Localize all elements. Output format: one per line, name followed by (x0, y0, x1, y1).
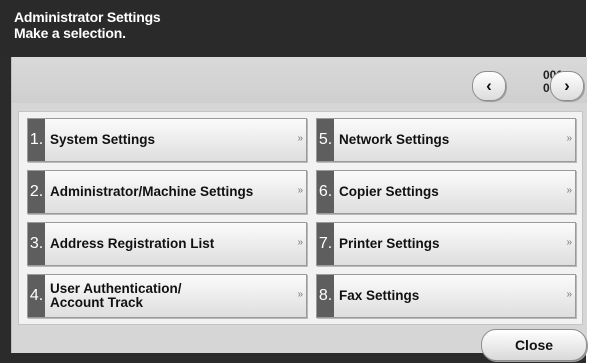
item-number: 4. (28, 275, 45, 317)
pager-bar: ‹ 001 002 › (12, 57, 587, 103)
chevron-right-icon: › (564, 76, 570, 95)
menu-item-network-settings[interactable]: 5. Network Settings » (316, 118, 576, 162)
page-title: Administrator Settings (14, 9, 161, 25)
item-label: Network Settings (339, 132, 450, 147)
menu-item-system-settings[interactable]: 1. System Settings » (27, 118, 307, 162)
menu-item-administrator-machine-settings[interactable]: 2. Administrator/Machine Settings » (27, 170, 307, 214)
item-label: Administrator/Machine Settings (50, 184, 254, 199)
item-number: 3. (28, 223, 45, 265)
item-label: System Settings (50, 132, 156, 147)
header-bar: Administrator Settings Make a selection. (0, 0, 586, 56)
double-chevron-right-icon: » (297, 133, 302, 144)
item-number: 6. (317, 171, 334, 213)
menu-item-user-authentication[interactable]: 4. User Authentication/ Account Track » (27, 274, 307, 318)
content-panel: ‹ 001 002 › 1. System Settings » 2. Admi… (11, 57, 587, 361)
double-chevron-right-icon: » (566, 185, 571, 196)
menu-item-copier-settings[interactable]: 6. Copier Settings » (316, 170, 576, 214)
double-chevron-right-icon: » (566, 237, 571, 248)
double-chevron-right-icon: » (566, 289, 571, 300)
double-chevron-right-icon: » (566, 133, 571, 144)
item-label: Fax Settings (339, 288, 420, 303)
previous-page-button[interactable]: ‹ (472, 71, 506, 101)
item-label: Copier Settings (339, 184, 439, 199)
chevron-left-icon: ‹ (486, 76, 492, 95)
item-number: 7. (317, 223, 334, 265)
item-number: 8. (317, 275, 334, 317)
double-chevron-right-icon: » (297, 237, 302, 248)
item-number: 2. (28, 171, 45, 213)
item-label: Address Registration List (50, 236, 215, 251)
menu-item-printer-settings[interactable]: 7. Printer Settings » (316, 222, 576, 266)
item-label: Printer Settings (339, 236, 440, 251)
close-button[interactable]: Close (481, 329, 587, 361)
menu-item-address-registration-list[interactable]: 3. Address Registration List » (27, 222, 307, 266)
page-instruction: Make a selection. (14, 25, 126, 41)
item-number: 1. (28, 119, 45, 161)
double-chevron-right-icon: » (297, 289, 302, 300)
device-panel: Administrator Settings Make a selection.… (0, 0, 587, 363)
settings-menu: 1. System Settings » 2. Administrator/Ma… (18, 111, 583, 325)
double-chevron-right-icon: » (297, 185, 302, 196)
item-number: 5. (317, 119, 334, 161)
next-page-button[interactable]: › (550, 71, 584, 101)
menu-item-fax-settings[interactable]: 8. Fax Settings » (316, 274, 576, 318)
item-label: User Authentication/ Account Track (50, 281, 182, 310)
